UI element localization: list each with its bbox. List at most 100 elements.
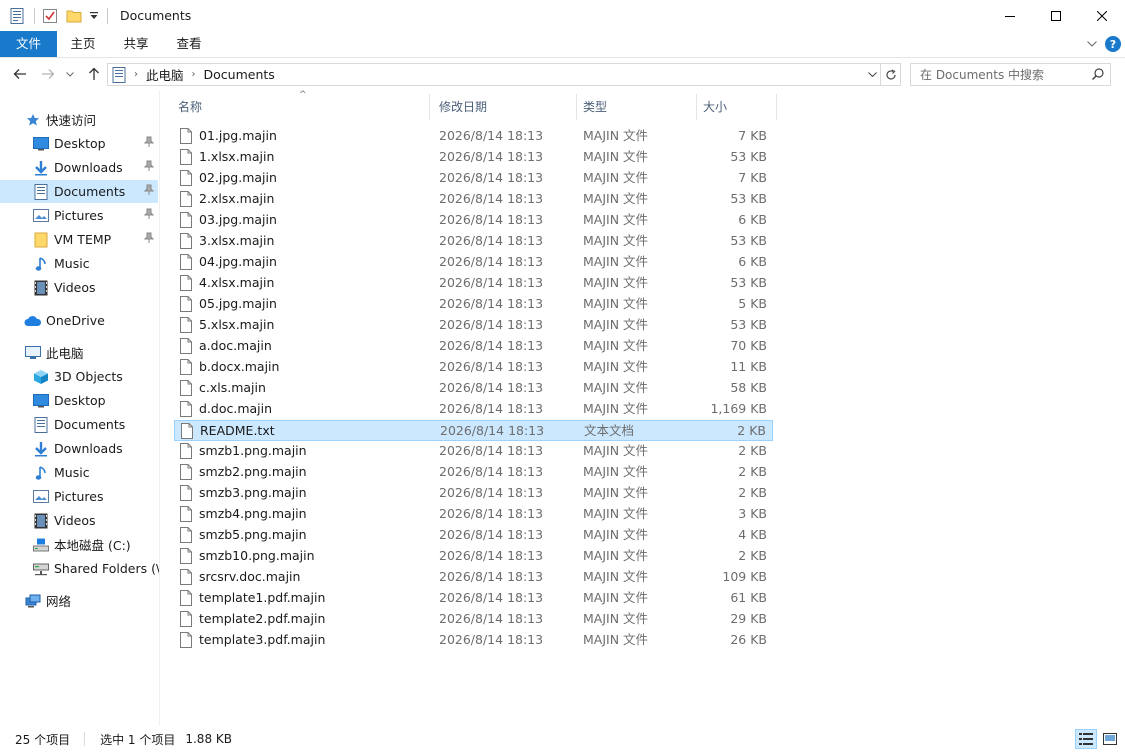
table-row[interactable]: 03.jpg.majin 2026/8/14 18:13 MAJIN 文件 6 KB <box>174 210 773 231</box>
table-row[interactable]: smzb4.png.majin 2026/8/14 18:13 MAJIN 文件 3 … <box>174 504 773 525</box>
sidebar-item-pc-pictures[interactable]: Pictures <box>0 485 158 508</box>
column-divider[interactable] <box>776 94 777 120</box>
tab-view[interactable]: 查看 <box>163 31 215 57</box>
table-row[interactable]: d.doc.majin 2026/8/14 18:13 MAJIN 文件 1,169 … <box>174 399 773 420</box>
table-row[interactable]: 4.xlsx.majin 2026/8/14 18:13 MAJIN 文件 53 KB <box>174 273 773 294</box>
column-divider[interactable] <box>429 94 430 120</box>
column-header-date[interactable]: 修改日期 <box>439 90 569 122</box>
file-size: 2 KB <box>738 485 767 500</box>
file-size: 6 KB <box>738 212 767 227</box>
column-header-name[interactable]: 名称 <box>178 90 423 122</box>
refresh-button[interactable] <box>881 63 901 86</box>
sidebar-item-label: 3D Objects <box>54 369 123 384</box>
table-row[interactable]: 01.jpg.majin 2026/8/14 18:13 MAJIN 文件 7 KB <box>174 126 773 147</box>
breadcrumb-this-pc[interactable]: 此电脑 <box>146 65 184 84</box>
table-row[interactable]: smzb10.png.majin 2026/8/14 18:13 MAJIN 文件 2… <box>174 546 773 567</box>
sidebar-item-pc-videos[interactable]: Videos <box>0 509 158 532</box>
table-row[interactable]: c.xls.majin 2026/8/14 18:13 MAJIN 文件 58 KB <box>174 378 773 399</box>
breadcrumb-chevron[interactable]: › <box>134 69 138 80</box>
sidebar-item-videos[interactable]: Videos <box>0 276 158 299</box>
sidebar-item-documents[interactable]: Documents <box>0 180 158 203</box>
table-row[interactable]: smzb1.png.majin 2026/8/14 18:13 MAJIN 文件 2 … <box>174 441 773 462</box>
sidebar-item-local-disk-c[interactable]: 本地磁盘 (C:) <box>0 533 158 556</box>
customize-toolbar-icon[interactable] <box>89 7 99 25</box>
expand-ribbon-button[interactable] <box>1083 35 1101 53</box>
pin-icon[interactable] <box>143 208 155 223</box>
sidebar-item-pc-music[interactable]: Music <box>0 461 158 484</box>
breadcrumb-documents[interactable]: Documents <box>204 67 275 82</box>
column-header-type[interactable]: 类型 <box>583 90 693 122</box>
sidebar-item-network[interactable]: 网络 <box>0 589 158 612</box>
table-row[interactable]: b.docx.majin 2026/8/14 18:13 MAJIN 文件 11 KB <box>174 357 773 378</box>
help-button[interactable]: ? <box>1105 36 1121 52</box>
document-icon <box>32 183 50 201</box>
table-row[interactable]: smzb3.png.majin 2026/8/14 18:13 MAJIN 文件 2 … <box>174 483 773 504</box>
file-name: template2.pdf.majin <box>199 611 326 626</box>
pin-icon[interactable] <box>143 184 155 199</box>
table-row[interactable]: 2.xlsx.majin 2026/8/14 18:13 MAJIN 文件 53 KB <box>174 189 773 210</box>
new-folder-icon[interactable] <box>65 7 83 25</box>
sidebar-item-label: Videos <box>54 513 96 528</box>
up-button[interactable] <box>84 64 104 84</box>
file-type: MAJIN 文件 <box>583 632 649 647</box>
sidebar-item-onedrive[interactable]: OneDrive <box>0 309 158 332</box>
properties-icon[interactable] <box>41 7 59 25</box>
sidebar-item-3d-objects[interactable]: 3D Objects <box>0 365 158 388</box>
view-switcher <box>1073 729 1121 749</box>
sidebar-item-downloads[interactable]: Downloads <box>0 156 158 179</box>
file-date: 2026/8/14 18:13 <box>439 149 544 164</box>
tab-file[interactable]: 文件 <box>0 31 57 57</box>
pin-icon[interactable] <box>143 136 155 151</box>
file-icon <box>180 170 192 189</box>
sidebar-item-vm-temp[interactable]: VM TEMP <box>0 228 158 251</box>
column-header-size[interactable]: 大小 <box>703 90 773 122</box>
large-icons-view-button[interactable] <box>1099 729 1121 749</box>
toolbar-separator <box>34 7 35 24</box>
file-type: MAJIN 文件 <box>583 590 649 605</box>
forward-button[interactable] <box>38 64 58 84</box>
sidebar-item-label: Desktop <box>54 136 106 151</box>
table-row[interactable]: template1.pdf.majin 2026/8/14 18:13 MAJIN … <box>174 588 773 609</box>
sidebar-item-shared-folders[interactable]: Shared Folders (\\ <box>0 557 159 580</box>
recent-locations-button[interactable] <box>63 64 77 84</box>
file-date: 2026/8/14 18:13 <box>439 296 544 311</box>
table-row[interactable]: smzb2.png.majin 2026/8/14 18:13 MAJIN 文件 2 … <box>174 462 773 483</box>
document-folder-icon[interactable] <box>8 7 26 25</box>
table-row[interactable]: 5.xlsx.majin 2026/8/14 18:13 MAJIN 文件 53 KB <box>174 315 773 336</box>
table-row[interactable]: template3.pdf.majin 2026/8/14 18:13 MAJIN … <box>174 630 773 651</box>
pin-icon[interactable] <box>143 232 155 247</box>
address-history-button[interactable] <box>864 64 880 85</box>
table-row[interactable]: 04.jpg.majin 2026/8/14 18:13 MAJIN 文件 6 KB <box>174 252 773 273</box>
table-row[interactable]: a.doc.majin 2026/8/14 18:13 MAJIN 文件 70 KB <box>174 336 773 357</box>
table-row[interactable]: README.txt 2026/8/14 18:13 文本文档 2 KB <box>174 420 773 441</box>
details-view-button[interactable] <box>1075 729 1097 749</box>
search-input[interactable]: 在 Documents 中搜索 <box>910 63 1111 86</box>
tab-home[interactable]: 主页 <box>57 31 109 57</box>
sidebar-item-this-pc[interactable]: 此电脑 <box>0 341 158 364</box>
breadcrumb-chevron[interactable]: › <box>192 69 196 80</box>
table-row[interactable]: 05.jpg.majin 2026/8/14 18:13 MAJIN 文件 5 KB <box>174 294 773 315</box>
table-row[interactable]: 3.xlsx.majin 2026/8/14 18:13 MAJIN 文件 53 KB <box>174 231 773 252</box>
pin-icon[interactable] <box>143 160 155 175</box>
sidebar-item-music[interactable]: Music <box>0 252 158 275</box>
video-icon <box>32 279 50 297</box>
column-divider[interactable] <box>696 94 697 120</box>
minimize-button[interactable] <box>987 0 1033 31</box>
sidebar-item-pc-downloads[interactable]: Downloads <box>0 437 158 460</box>
sidebar-item-pictures[interactable]: Pictures <box>0 204 158 227</box>
sidebar-item-pc-desktop[interactable]: Desktop <box>0 389 158 412</box>
address-bar[interactable]: › 此电脑 › Documents <box>107 63 881 86</box>
table-row[interactable]: 02.jpg.majin 2026/8/14 18:13 MAJIN 文件 7 KB <box>174 168 773 189</box>
sidebar-item-desktop[interactable]: Desktop <box>0 132 158 155</box>
table-row[interactable]: srcsrv.doc.majin 2026/8/14 18:13 MAJIN 文件 1… <box>174 567 773 588</box>
sidebar-item-pc-documents[interactable]: Documents <box>0 413 158 436</box>
table-row[interactable]: smzb5.png.majin 2026/8/14 18:13 MAJIN 文件 4 … <box>174 525 773 546</box>
tab-share[interactable]: 共享 <box>109 31 163 57</box>
column-divider[interactable] <box>576 94 577 120</box>
sidebar-item-quick-access[interactable]: 快速访问 <box>0 108 158 131</box>
table-row[interactable]: 1.xlsx.majin 2026/8/14 18:13 MAJIN 文件 53 KB <box>174 147 773 168</box>
maximize-button[interactable] <box>1033 0 1079 31</box>
table-row[interactable]: template2.pdf.majin 2026/8/14 18:13 MAJIN … <box>174 609 773 630</box>
close-button[interactable] <box>1079 0 1125 31</box>
back-button[interactable] <box>10 64 30 84</box>
